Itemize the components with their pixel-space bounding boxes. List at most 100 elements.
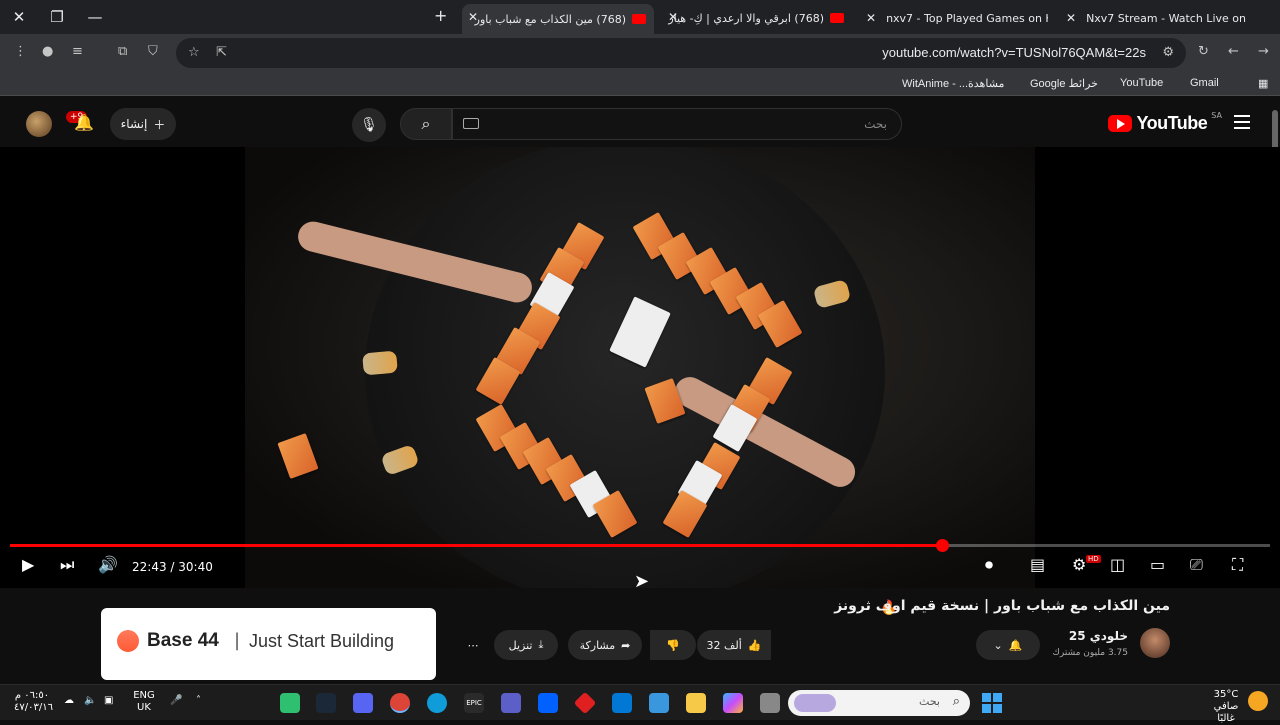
close-tab-icon[interactable]: ✕ xyxy=(866,11,876,25)
ad-banner[interactable]: Base 44 | Just Start Building xyxy=(101,608,436,680)
apps-icon[interactable]: ▦ xyxy=(1258,77,1268,90)
close-tab-icon[interactable]: ✕ xyxy=(1066,11,1076,25)
notifications-bell-icon[interactable]: 🔔 xyxy=(74,113,94,132)
youtube-logo[interactable]: YouTube SA xyxy=(1108,111,1222,134)
like-button[interactable]: 32 ألف 👍 xyxy=(697,630,771,660)
discord-icon[interactable] xyxy=(353,693,373,713)
subtitles-icon[interactable]: ▤ xyxy=(1030,555,1045,574)
file-explorer-icon[interactable] xyxy=(686,693,706,713)
browser-tab-strip: ✕ ❐ — + (768) مين الكذاب مع شباب باور ✕ … xyxy=(0,0,1280,34)
plus-icon: ＋ xyxy=(153,117,166,132)
language-region: UK xyxy=(137,702,151,713)
close-window-icon[interactable]: ✕ xyxy=(0,0,38,34)
youtube-favicon-icon xyxy=(632,14,646,24)
media-icon[interactable]: ≡ xyxy=(72,44,83,59)
tray-chevron-up-icon[interactable]: ˄ xyxy=(196,695,201,707)
ad-logo-icon xyxy=(117,630,139,652)
clock[interactable]: ٠٦:٥٠ م ٤٧/٠٣/١٦ xyxy=(14,690,53,714)
outlook-icon[interactable] xyxy=(612,693,632,713)
steam-icon[interactable] xyxy=(316,693,336,713)
keyboard-icon[interactable] xyxy=(463,118,479,129)
progress-bar[interactable] xyxy=(10,539,1270,552)
forward-icon[interactable]: → xyxy=(1258,44,1269,59)
close-tab-icon[interactable]: ✕ xyxy=(668,10,678,24)
microphone-tray-icon[interactable]: 🎤 xyxy=(170,695,182,707)
thumbs-up-icon: 👍 xyxy=(747,638,762,652)
theater-mode-icon[interactable]: ▭ xyxy=(1150,555,1165,574)
extensions-icon[interactable]: ⧉ xyxy=(118,44,127,59)
download-button[interactable]: تنزيل ⤓ xyxy=(494,630,558,660)
share-button[interactable]: مشاركة ➦ xyxy=(568,630,642,660)
copilot-icon[interactable] xyxy=(723,693,743,713)
speaker-icon[interactable]: 🔈 xyxy=(84,695,96,707)
miniplayer-icon[interactable]: ◫ xyxy=(1110,555,1125,574)
task-view-icon[interactable] xyxy=(760,693,780,713)
bookmark-witanime[interactable]: مشاهدة... - WitAnime xyxy=(902,77,1004,90)
next-icon[interactable]: ⏭ xyxy=(60,555,74,575)
address-bar[interactable]: ☆ ⇱ youtube.com/watch?v=TUSNol76QAM&t=22… xyxy=(176,38,1186,68)
youtube-wordmark: YouTube xyxy=(1136,113,1208,133)
download-label: تنزيل xyxy=(508,638,533,652)
new-tab-button[interactable]: + xyxy=(434,6,447,25)
voice-search-icon[interactable]: 🎙 xyxy=(352,108,386,142)
cast-icon[interactable]: ⎚ xyxy=(1190,555,1203,575)
create-button[interactable]: إنشاء ＋ xyxy=(110,108,176,140)
epic-games-icon[interactable]: EPIC xyxy=(464,693,484,713)
tab-3[interactable]: ✕ nxv7 - Top Played Games on Ki ◉ xyxy=(858,4,1048,32)
install-icon[interactable]: ⇱ xyxy=(216,45,227,60)
guide-menu-icon[interactable] xyxy=(1234,115,1250,129)
url-text[interactable]: youtube.com/watch?v=TUSNol76QAM&t=22s xyxy=(882,45,1146,60)
video-frame xyxy=(245,147,1035,588)
site-settings-icon[interactable]: ⚙ xyxy=(1162,45,1174,60)
volume-icon[interactable]: 🔊 xyxy=(98,555,118,574)
bookmark-maps[interactable]: خرائط Google xyxy=(1030,77,1098,90)
search-placeholder: بحث xyxy=(864,117,887,131)
app-icon-green[interactable] xyxy=(280,693,300,713)
fullscreen-icon[interactable]: ⛶ xyxy=(1232,555,1243,575)
channel-avatar[interactable] xyxy=(1140,628,1170,658)
channel-name[interactable]: خلودي 25 xyxy=(1069,629,1128,643)
search-icon[interactable]: ⌕ xyxy=(400,108,452,140)
account-avatar[interactable] xyxy=(26,111,52,137)
menu-dots-icon[interactable]: ⋮ xyxy=(14,44,27,59)
profile-icon[interactable]: ● xyxy=(42,44,53,59)
dislike-button[interactable]: 👎 xyxy=(650,630,696,660)
windows-taskbar: ٠٦:٥٠ م ٤٧/٠٣/١٦ ☁ 🔈 ▣ ENG UK 🎤 ˄ EPIC ب… xyxy=(0,684,1280,724)
like-count: 32 ألف xyxy=(706,638,742,652)
search-input[interactable]: بحث xyxy=(452,108,902,140)
more-actions-icon[interactable]: ⋯ xyxy=(458,630,488,660)
youtube-header: +9 🔔 إنشاء ＋ 🎙 ⌕ بحث YouTube SA xyxy=(0,101,1280,147)
taskbar-search[interactable]: بحث ⌕ xyxy=(788,690,970,716)
restore-window-icon[interactable]: ❐ xyxy=(38,0,76,34)
tab-active[interactable]: (768) مين الكذاب مع شباب باور ✕ xyxy=(462,4,654,34)
tab-4[interactable]: ✕ Nxv7 Stream - Watch Live on Ki K xyxy=(1058,4,1250,32)
close-tab-icon[interactable]: ✕ xyxy=(468,10,478,24)
bookmark-gmail[interactable]: Gmail xyxy=(1190,77,1219,89)
bookmark-youtube[interactable]: YouTube xyxy=(1120,77,1163,89)
play-icon[interactable]: ▶ xyxy=(22,555,34,574)
thumbs-down-icon: 👎 xyxy=(666,638,680,652)
teams-icon[interactable] xyxy=(501,693,521,713)
cloud-icon[interactable]: ☁ xyxy=(64,695,74,707)
back-icon[interactable]: ← xyxy=(1228,44,1239,59)
reload-icon[interactable]: ↻ xyxy=(1198,44,1209,59)
subscribed-button[interactable]: ⌄ 🔔 xyxy=(976,630,1040,660)
tab-2[interactable]: (768) ابرقي والا ارعدي | كِ- هيار ✕ xyxy=(662,4,852,32)
dropbox-icon[interactable] xyxy=(538,693,558,713)
video-player[interactable]: ▶ ⏭ 🔊 22:43 / 30:40 ⏺ ▤ ⚙ HD ◫ ▭ ⎚ ⛶ ➤ xyxy=(0,147,1280,588)
video-card xyxy=(277,433,319,479)
network-icon[interactable]: ▣ xyxy=(104,695,113,707)
windows-start-icon[interactable] xyxy=(982,693,1002,713)
shield-icon[interactable]: ⛉ xyxy=(148,44,158,59)
store-icon[interactable] xyxy=(649,693,669,713)
settings-gear-icon[interactable]: ⚙ xyxy=(1072,555,1086,574)
red-app-icon[interactable] xyxy=(573,691,597,715)
tab-title: (768) مين الكذاب مع شباب باور xyxy=(474,12,626,26)
bookmark-star-icon[interactable]: ☆ xyxy=(188,45,200,60)
chrome-icon[interactable] xyxy=(390,693,410,713)
minimize-window-icon[interactable]: — xyxy=(76,0,114,34)
autoplay-toggle-icon[interactable]: ⏺ xyxy=(985,555,993,575)
language-indicator[interactable]: ENG UK xyxy=(130,690,158,714)
edge-icon[interactable] xyxy=(427,693,447,713)
taskbar-search-placeholder: بحث xyxy=(919,695,940,708)
